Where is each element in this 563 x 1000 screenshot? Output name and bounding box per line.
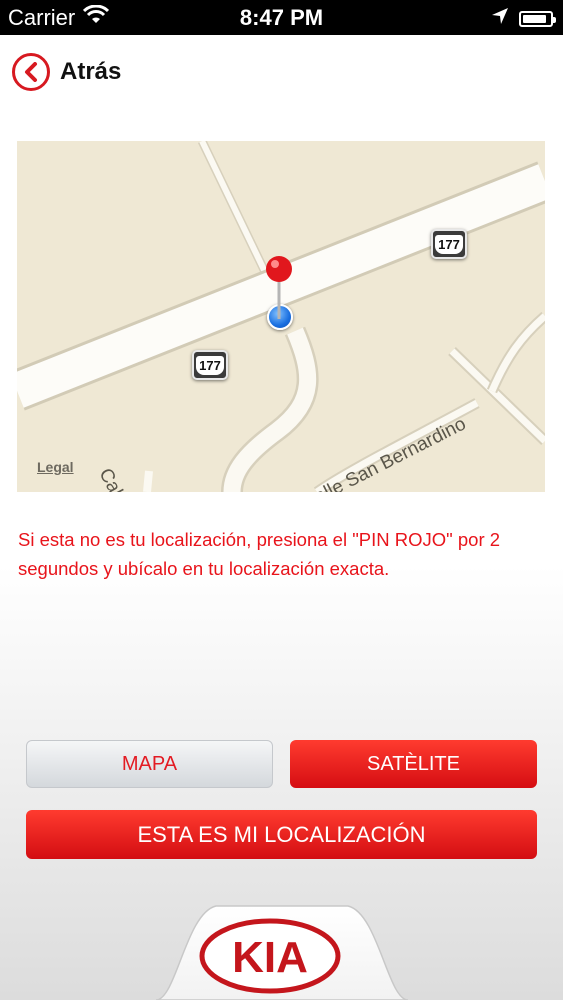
instructions-text: Si esta no es tu localización, presiona … <box>18 529 501 579</box>
kia-logo: KIA <box>199 918 341 994</box>
satellite-mode-button[interactable]: SATÈLITE <box>290 740 537 788</box>
status-time: 8:47 PM <box>239 5 324 30</box>
confirm-location-button[interactable]: ESTA ES MI LOCALIZACIÓN <box>26 810 537 859</box>
status-right <box>491 7 556 30</box>
back-button[interactable]: Atrás <box>12 53 121 91</box>
route-shield-label: 177 <box>196 355 224 375</box>
location-arrow-icon <box>491 7 509 30</box>
logo-tab: KIA <box>156 903 408 1000</box>
app-screen: Atrás 177 177 Calle Calle San Bernardino… <box>0 35 563 1000</box>
route-shield: 177 <box>431 229 467 259</box>
map-mode-button[interactable]: MAPA <box>26 740 273 788</box>
route-shield-label: 177 <box>435 234 463 254</box>
battery-fill <box>523 14 547 23</box>
red-pin-icon[interactable] <box>265 255 295 321</box>
status-bar: Carrier 8:47 PM <box>0 0 563 35</box>
kia-logo-text: KIA <box>232 933 308 982</box>
battery-icon <box>519 10 556 27</box>
back-label: Atrás <box>60 58 122 85</box>
back-chevron-icon <box>12 53 50 91</box>
map-legal-link[interactable]: Legal <box>37 459 74 475</box>
map-view[interactable]: 177 177 Calle Calle San Bernardino Legal <box>17 141 545 492</box>
route-shield: 177 <box>192 350 228 380</box>
